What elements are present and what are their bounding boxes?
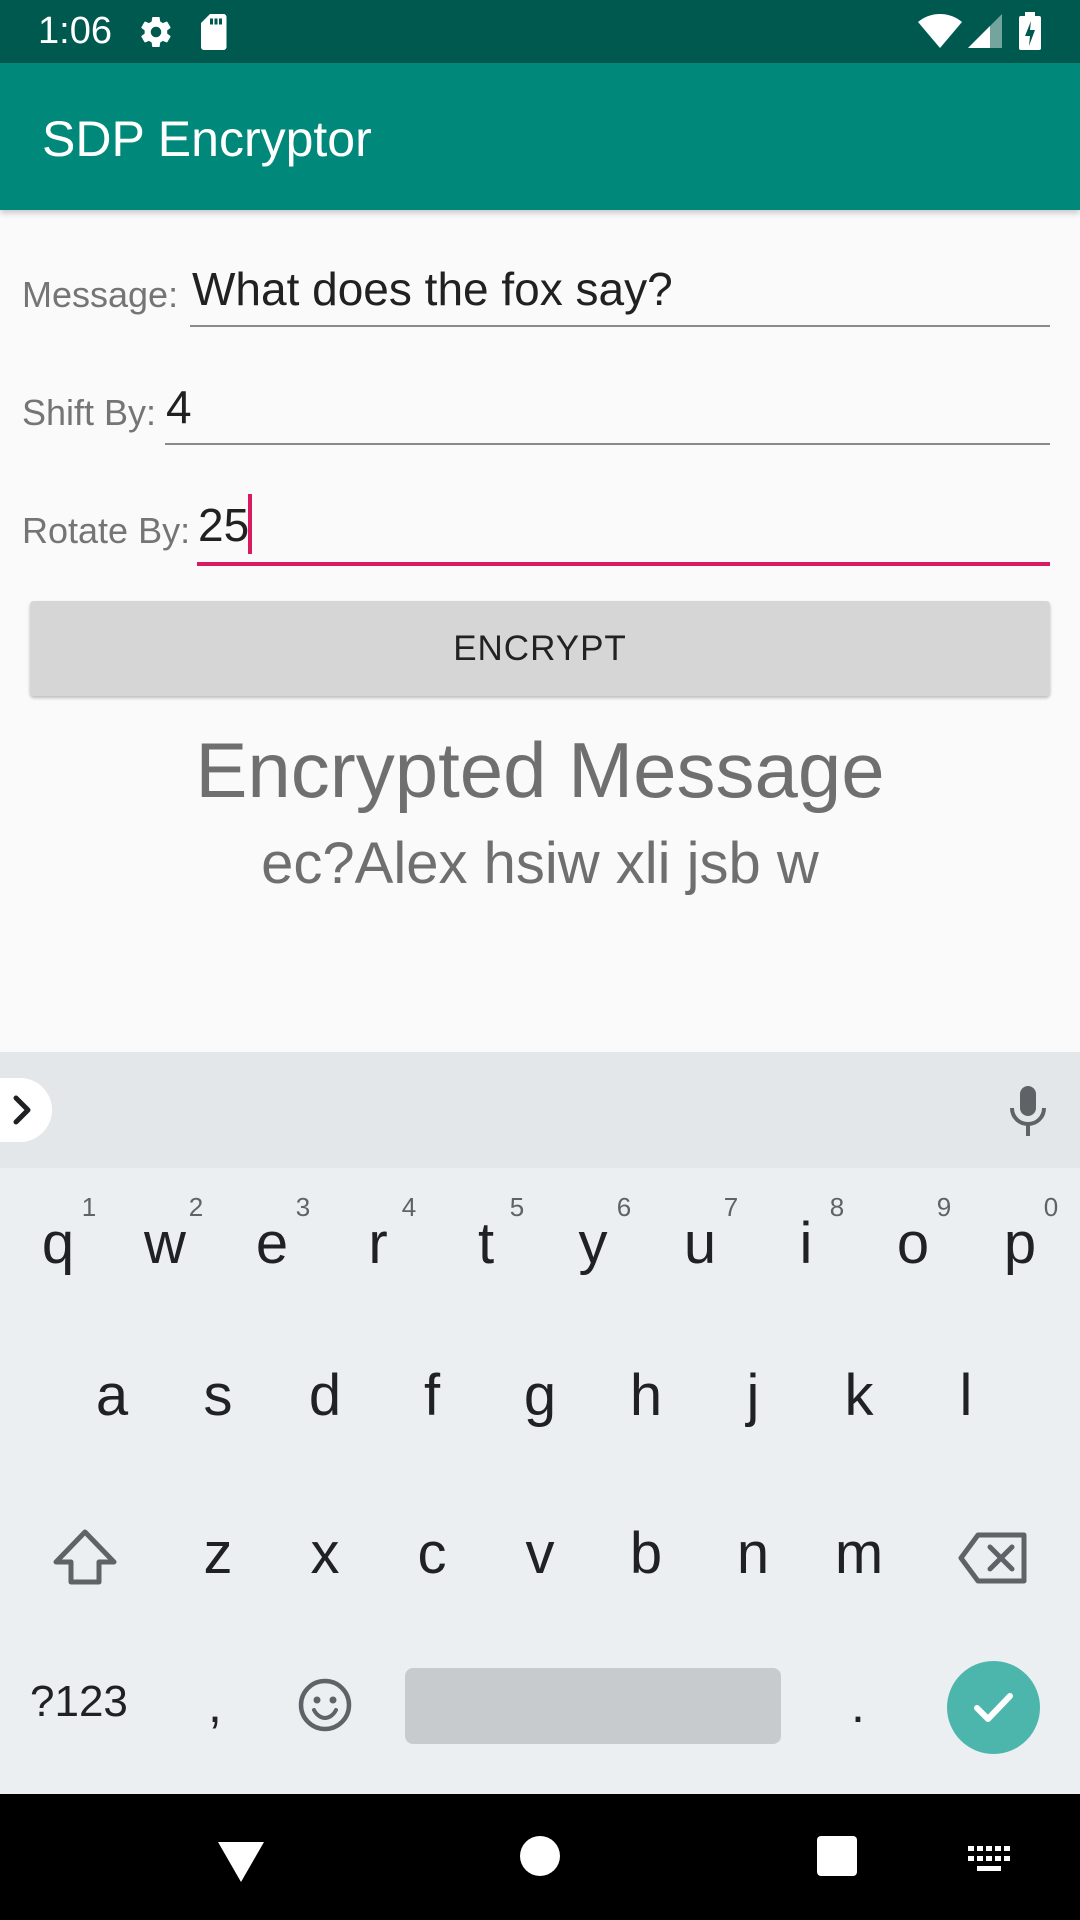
home-icon[interactable]: [520, 1836, 560, 1876]
result-value: ec?Alex hsiw xli jsb w: [261, 831, 819, 896]
key-hint-2: 3: [295, 1192, 311, 1222]
rotate-input[interactable]: 25: [198, 498, 249, 552]
rotate-label: Rotate By:: [22, 510, 191, 551]
key-15[interactable]: h: [606, 1362, 686, 1429]
key-19[interactable]: z: [178, 1520, 258, 1587]
key-hint-9: 0: [1043, 1192, 1059, 1222]
emoji-icon[interactable]: [298, 1678, 352, 1732]
gear-icon: [138, 14, 174, 50]
result-title: Encrypted Message: [195, 726, 885, 814]
shift-input[interactable]: 4: [166, 380, 192, 434]
backspace-icon[interactable]: [958, 1532, 1028, 1584]
mic-icon[interactable]: [1008, 1086, 1048, 1136]
chevron-right-icon[interactable]: [0, 1078, 52, 1142]
shift-label: Shift By:: [22, 392, 157, 433]
key-hint-6: 7: [723, 1192, 739, 1222]
key-22[interactable]: v: [500, 1520, 580, 1587]
key-25[interactable]: m: [819, 1520, 899, 1587]
key-17[interactable]: k: [819, 1362, 899, 1429]
suggestion-bar: [0, 1052, 1080, 1168]
key-24[interactable]: n: [713, 1520, 793, 1587]
key-hint-7: 8: [829, 1192, 845, 1222]
wifi-icon: [918, 14, 962, 48]
checkmark-icon: [974, 1693, 1013, 1722]
recents-icon[interactable]: [817, 1836, 857, 1876]
key-16[interactable]: j: [713, 1362, 793, 1429]
signal-icon: [968, 14, 1002, 48]
key-hint-1: 2: [188, 1192, 204, 1222]
key-20[interactable]: x: [285, 1520, 365, 1587]
period-key[interactable]: .: [851, 1676, 865, 1734]
space-key[interactable]: [405, 1668, 781, 1744]
rotate-underline: [197, 562, 1050, 566]
status-time: 1:06: [38, 10, 112, 52]
key-hint-8: 9: [936, 1192, 952, 1222]
message-underline: [190, 325, 1050, 327]
shift-underline: [165, 443, 1050, 445]
enter-key[interactable]: [947, 1661, 1040, 1754]
key-hint-4: 5: [509, 1192, 525, 1222]
back-icon[interactable]: [216, 1838, 266, 1884]
sd-card-icon: [198, 14, 228, 50]
comma-key[interactable]: ,: [208, 1676, 222, 1734]
key-11[interactable]: s: [178, 1362, 258, 1429]
key-10[interactable]: a: [72, 1362, 152, 1429]
key-18[interactable]: l: [926, 1362, 1006, 1429]
message-label: Message:: [22, 274, 179, 315]
key-21[interactable]: c: [392, 1520, 472, 1587]
shift-key-icon[interactable]: [52, 1528, 118, 1586]
key-hint-0: 1: [81, 1192, 97, 1222]
key-12[interactable]: d: [285, 1362, 365, 1429]
keyboard-switch-icon[interactable]: [968, 1846, 1010, 1872]
key-13[interactable]: f: [392, 1362, 472, 1429]
text-cursor: [248, 494, 252, 554]
key-14[interactable]: g: [500, 1362, 580, 1429]
key-hint-3: 4: [401, 1192, 417, 1222]
key-hint-5: 6: [616, 1192, 632, 1222]
app-title: SDP Encryptor: [42, 111, 372, 167]
battery-charging-icon: [1018, 12, 1042, 50]
key-23[interactable]: b: [606, 1520, 686, 1587]
encrypt-button[interactable]: ENCRYPT: [30, 601, 1050, 696]
symbols-key[interactable]: ?123: [30, 1677, 128, 1727]
message-input[interactable]: What does the fox say?: [192, 262, 673, 316]
